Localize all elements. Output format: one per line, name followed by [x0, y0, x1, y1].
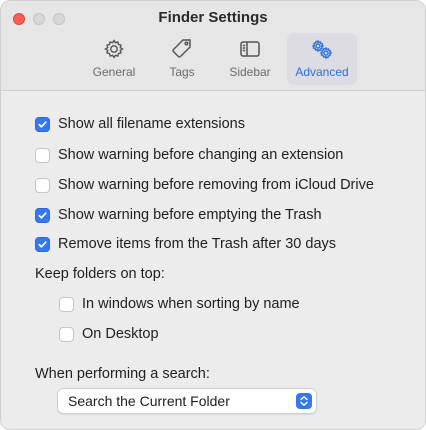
gears-icon — [311, 39, 333, 60]
tab-sidebar[interactable]: Sidebar — [219, 33, 281, 85]
checkbox[interactable] — [35, 147, 50, 163]
finder-settings-window: Finder Settings General Tags Sidebar Adv… — [0, 0, 426, 430]
tab-general[interactable]: General — [83, 33, 145, 85]
option-label: Remove items from the Trash after 30 day… — [58, 236, 337, 252]
option-warn-extension-change[interactable]: Show warning before changing an extensio… — [35, 147, 343, 163]
option-label: Show warning before changing an extensio… — [58, 147, 344, 163]
tab-tags-label: Tags — [169, 65, 195, 79]
checkbox[interactable] — [35, 116, 50, 132]
search-scope-value: Search the Current Folder — [68, 393, 230, 409]
popup-arrows-icon — [296, 393, 312, 409]
tab-tags[interactable]: Tags — [151, 33, 213, 85]
tab-general-label: General — [92, 65, 136, 79]
window-title: Finder Settings — [158, 9, 268, 26]
checkbox[interactable] — [35, 236, 50, 252]
checkbox[interactable] — [35, 177, 50, 193]
tab-sidebar-label: Sidebar — [229, 65, 271, 79]
search-scope-select[interactable]: Search the Current Folder — [57, 388, 317, 414]
settings-tabs: General Tags Sidebar Advanced — [83, 33, 363, 85]
tag-icon — [172, 39, 191, 58]
folders-on-top-heading: Keep folders on top: — [35, 266, 165, 282]
option-show-extensions[interactable]: Show all filename extensions — [35, 116, 245, 132]
checkbox[interactable] — [35, 207, 50, 223]
option-warn-icloud-remove[interactable]: Show warning before removing from iCloud… — [35, 177, 374, 193]
option-label: Show all filename extensions — [58, 116, 245, 132]
gear-icon — [104, 39, 124, 59]
option-label: On Desktop — [82, 326, 159, 342]
option-remove-trash-30-days[interactable]: Remove items from the Trash after 30 day… — [35, 236, 336, 252]
title-bar: Finder Settings General Tags Sidebar Adv… — [1, 1, 425, 91]
checkmark-icon — [38, 211, 47, 219]
tab-advanced[interactable]: Advanced — [287, 33, 357, 85]
tab-advanced-label: Advanced — [295, 65, 349, 79]
checkmark-icon — [38, 120, 47, 128]
search-heading: When performing a search: — [35, 366, 210, 382]
option-warn-empty-trash[interactable]: Show warning before emptying the Trash — [35, 207, 322, 223]
advanced-settings-panel: Show all filename extensions Show warnin… — [1, 92, 425, 429]
option-label: Show warning before emptying the Trash — [58, 207, 322, 223]
option-label: In windows when sorting by name — [82, 296, 300, 312]
checkmark-icon — [38, 240, 47, 248]
option-label: Show warning before removing from iCloud… — [58, 177, 374, 193]
checkbox[interactable] — [59, 296, 74, 312]
option-folders-top-windows[interactable]: In windows when sorting by name — [59, 296, 300, 312]
option-folders-top-desktop[interactable]: On Desktop — [59, 326, 159, 342]
checkbox[interactable] — [59, 326, 74, 342]
sidebar-icon — [240, 41, 260, 57]
